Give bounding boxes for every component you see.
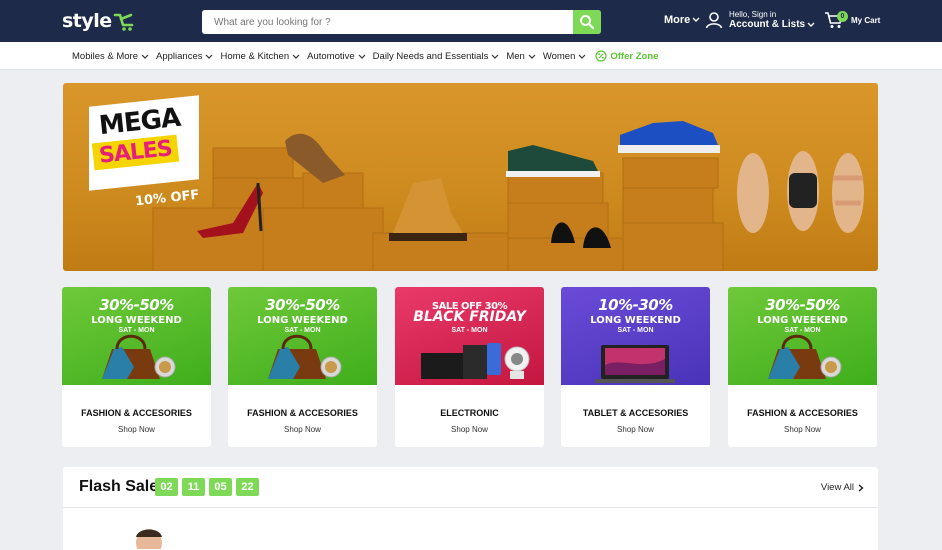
nav-item-home-kitchen[interactable]: Home & Kitchen (220, 50, 300, 62)
chevron-down-icon (491, 54, 499, 59)
nav-item-women[interactable]: Women (543, 50, 587, 62)
top-header: style More Hello, Sign in (0, 0, 942, 42)
chevron-down-icon (358, 54, 366, 59)
discount-icon (595, 50, 607, 62)
product-thumbnail[interactable] (121, 529, 181, 549)
shop-now-link[interactable]: Shop Now (561, 425, 710, 434)
view-all-link[interactable]: View All (821, 482, 864, 493)
chevron-down-icon (292, 54, 300, 59)
nav-item-appliances[interactable]: Appliances (156, 50, 213, 62)
more-menu[interactable]: More (664, 14, 700, 26)
chevron-down-icon (692, 17, 700, 22)
shop-now-link[interactable]: Shop Now (728, 425, 877, 434)
chevron-down-icon (578, 54, 586, 59)
promo-card-title: ELECTRONIC (440, 408, 499, 418)
promo-card-title: TABLET & ACCESORIES (582, 408, 689, 418)
promo-card-art: SALE OFF 30% BLACK FRIDAY SAT - MON (395, 287, 544, 385)
account-label: Account & Lists (729, 19, 806, 30)
brand-logo[interactable]: style (62, 8, 135, 34)
flash-sale-section: Flash Sale 02 11 05 22 View All (63, 467, 878, 550)
promo-card-art: 30%-50% LONG WEEKEND SAT - MON (728, 287, 877, 385)
more-label: More (664, 14, 691, 26)
shop-now-link[interactable]: Shop Now (228, 425, 377, 434)
section-divider (63, 507, 878, 508)
shop-now-link[interactable]: Shop Now (62, 425, 211, 434)
brand-wordmark: style (62, 10, 112, 32)
chevron-right-icon (858, 483, 864, 492)
account-menu[interactable]: Hello, Sign in Account & Lists (705, 10, 815, 30)
countdown-timer: 02 11 05 22 (155, 478, 259, 496)
search-bar (202, 10, 601, 34)
nav-item-offer-zone[interactable]: Offer Zone (595, 50, 658, 62)
hero-banner[interactable]: MEGA SALES 10% OFF (63, 83, 878, 271)
timer-hours: 11 (182, 478, 205, 496)
timer-minutes: 05 (209, 478, 232, 496)
shop-now-link[interactable]: Shop Now (395, 425, 544, 434)
search-input[interactable] (202, 10, 573, 34)
promo-card[interactable]: SALE OFF 30% BLACK FRIDAY SAT - MON ELEC… (395, 287, 544, 447)
promo-cards: 30%-50% LONG WEEKEND SAT - MON FASHION &… (62, 287, 877, 447)
chevron-down-icon (807, 22, 815, 27)
search-icon (580, 15, 595, 30)
promo-card[interactable]: 10%-30% LONG WEEKEND SAT - MON TABLET & … (561, 287, 710, 447)
timer-seconds: 22 (236, 478, 259, 496)
nav-item-men[interactable]: Men (506, 50, 536, 62)
category-nav: Mobiles & More Appliances Home & Kitchen… (0, 42, 942, 70)
promo-card-art: 30%-50% LONG WEEKEND SAT - MON (62, 287, 211, 385)
promo-card-title: FASHION & ACCESORIES (81, 408, 192, 418)
search-button[interactable] (573, 10, 601, 34)
promo-card-art: 10%-30% LONG WEEKEND SAT - MON (561, 287, 710, 385)
offer-zone-label: Offer Zone (610, 50, 659, 62)
nav-item-mobiles[interactable]: Mobiles & More (72, 50, 149, 62)
promo-card-art: 30%-50% LONG WEEKEND SAT - MON (228, 287, 377, 385)
promo-card-title: FASHION & ACCESORIES (247, 408, 358, 418)
timer-days: 02 (155, 478, 178, 496)
cart-count-badge: 0 (837, 11, 848, 22)
user-icon (705, 12, 723, 29)
mega-sale-badge: MEGA SALES 10% OFF (85, 95, 205, 209)
chevron-down-icon (206, 54, 213, 59)
chevron-down-icon (528, 54, 536, 59)
nav-item-automotive[interactable]: Automotive (307, 50, 366, 62)
cart-logo-icon (113, 10, 135, 32)
promo-card[interactable]: 30%-50% LONG WEEKEND SAT - MON FASHION &… (728, 287, 877, 447)
chevron-down-icon (141, 54, 149, 59)
nav-item-daily-needs[interactable]: Daily Needs and Essentials (373, 50, 500, 62)
promo-card-title: FASHION & ACCESORIES (747, 408, 858, 418)
cart-button[interactable]: 0 My Cart (824, 11, 880, 29)
cart-label: My Cart (851, 15, 881, 25)
flash-sale-title: Flash Sale (79, 478, 159, 495)
promo-card[interactable]: 30%-50% LONG WEEKEND SAT - MON FASHION &… (62, 287, 211, 447)
promo-card[interactable]: 30%-50% LONG WEEKEND SAT - MON FASHION &… (228, 287, 377, 447)
